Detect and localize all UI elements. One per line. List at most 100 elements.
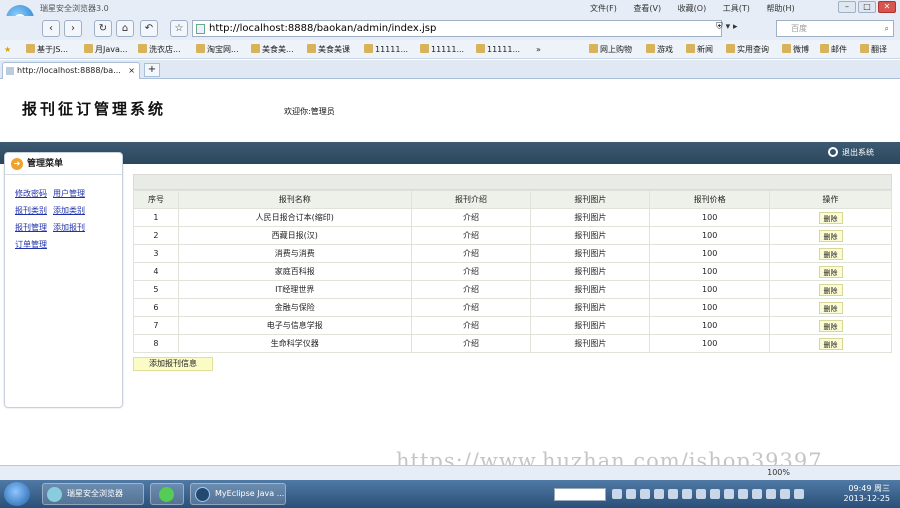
tray-icon[interactable]: [696, 489, 706, 499]
tray-icon[interactable]: [724, 489, 734, 499]
sidebar-item-periodical-management[interactable]: 报刊管理: [15, 223, 47, 232]
bookmark-item[interactable]: 微博: [782, 40, 809, 59]
menu-view[interactable]: 查看(V): [633, 4, 661, 13]
intro-link[interactable]: 介绍: [410, 316, 532, 335]
refresh-icon[interactable]: ↻: [94, 20, 112, 37]
tray-icon[interactable]: [682, 489, 692, 499]
taskbar-search-box[interactable]: [554, 488, 606, 501]
address-bar[interactable]: http://localhost:8888/baokan/admin/index…: [192, 20, 722, 37]
taskbar-item-app[interactable]: [150, 483, 184, 505]
start-button-icon[interactable]: [4, 482, 30, 506]
delete-button[interactable]: 删除: [818, 265, 843, 278]
image-link[interactable]: 报刊图片: [530, 244, 651, 263]
menu-file[interactable]: 文件(F): [590, 4, 617, 13]
menu-tools[interactable]: 工具(T): [723, 4, 750, 13]
back-icon[interactable]: ‹: [42, 20, 60, 37]
tray-icon[interactable]: [780, 489, 790, 499]
search-icon[interactable]: ⌕: [885, 21, 889, 36]
delete-button[interactable]: 删除: [818, 319, 843, 332]
tray-icon[interactable]: [612, 489, 622, 499]
home-icon[interactable]: ⌂: [116, 20, 134, 37]
delete-button[interactable]: 删除: [818, 247, 843, 260]
dropdown-icon[interactable]: ▾: [726, 22, 733, 32]
intro-link[interactable]: 介绍: [410, 208, 532, 227]
tray-icon[interactable]: [752, 489, 762, 499]
new-tab-icon[interactable]: +: [144, 63, 160, 77]
image-link[interactable]: 报刊图片: [530, 280, 651, 299]
bookmark-folder[interactable]: 11111...: [364, 40, 408, 59]
tray-icon[interactable]: [710, 489, 720, 499]
intro-link[interactable]: 介绍: [410, 280, 532, 299]
intro-link[interactable]: 介绍: [410, 226, 532, 245]
more-bookmarks-icon[interactable]: »: [536, 40, 541, 59]
tray-icon[interactable]: [626, 489, 636, 499]
image-link[interactable]: 报刊图片: [530, 334, 651, 353]
bookmark-item[interactable]: 翻译: [860, 40, 887, 59]
bookmark-item[interactable]: 淘宝网...: [196, 40, 239, 59]
table-row: 7 电子与信息学报 介绍 报刊图片 100 删除: [133, 316, 892, 335]
tray-icon[interactable]: [794, 489, 804, 499]
sidebar-item-orders[interactable]: 订单管理: [15, 240, 47, 249]
image-link[interactable]: 报刊图片: [530, 298, 651, 317]
zoom-level[interactable]: 100%: [767, 468, 790, 477]
tray-icon[interactable]: [738, 489, 748, 499]
sidebar-item-category[interactable]: 报刊类别: [15, 206, 47, 215]
tray-icon[interactable]: [766, 489, 776, 499]
forward-icon[interactable]: ›: [64, 20, 82, 37]
tray-icon[interactable]: [654, 489, 664, 499]
clock[interactable]: 09:49 周三 2013-12-25: [844, 484, 891, 504]
image-link[interactable]: 报刊图片: [530, 262, 651, 281]
star-icon[interactable]: ☆: [170, 20, 188, 37]
menu-favorites[interactable]: 收藏(O): [678, 4, 707, 13]
bookmark-item[interactable]: 邮件: [820, 40, 847, 59]
maximize-icon[interactable]: □: [858, 1, 876, 13]
taskbar-item-myeclipse[interactable]: MyEclipse Java ...: [190, 483, 286, 505]
add-periodical-button[interactable]: 添加报刊信息: [133, 357, 213, 371]
bookmark-item[interactable]: 网上购物: [589, 40, 632, 59]
bookmark-item[interactable]: 月Java...: [84, 40, 128, 59]
go-icon[interactable]: ▸: [733, 22, 738, 32]
action-cell: 删除: [769, 334, 892, 353]
tab-bar: http://localhost:8888/ba... × +: [0, 60, 900, 79]
close-icon[interactable]: ✕: [878, 1, 896, 13]
bookmark-item[interactable]: 美食美课: [307, 40, 350, 59]
close-tab-icon[interactable]: ×: [128, 63, 135, 78]
logout-button[interactable]: 退出系统: [828, 147, 874, 158]
intro-link[interactable]: 介绍: [410, 298, 532, 317]
bookmark-item[interactable]: 洗衣店...: [138, 40, 181, 59]
image-link[interactable]: 报刊图片: [530, 226, 651, 245]
image-link[interactable]: 报刊图片: [530, 208, 651, 227]
bookmark-item[interactable]: 基于JS...: [26, 40, 68, 59]
intro-link[interactable]: 介绍: [410, 334, 532, 353]
sidebar-item-user-management[interactable]: 用户管理: [53, 189, 85, 198]
tray-icon[interactable]: [640, 489, 650, 499]
column-header: 报刊价格: [649, 190, 771, 209]
tab-active[interactable]: http://localhost:8888/ba... ×: [2, 62, 140, 79]
intro-link[interactable]: 介绍: [410, 244, 532, 263]
bookmark-item[interactable]: 游戏: [646, 40, 673, 59]
intro-link[interactable]: 介绍: [410, 262, 532, 281]
menu-help[interactable]: 帮助(H): [766, 4, 794, 13]
minimize-icon[interactable]: –: [838, 1, 856, 13]
bookmark-item[interactable]: 新闻: [686, 40, 713, 59]
delete-button[interactable]: 删除: [818, 337, 843, 350]
delete-button[interactable]: 删除: [818, 301, 843, 314]
favorites-star-icon[interactable]: ★: [4, 40, 11, 59]
sidebar-item-change-password[interactable]: 修改密码: [15, 189, 47, 198]
bookmark-item[interactable]: 美食美...: [251, 40, 294, 59]
menu-bar: 文件(F) 查看(V) 收藏(O) 工具(T) 帮助(H): [590, 3, 809, 14]
taskbar-item-browser[interactable]: 瑞星安全浏览器: [42, 483, 144, 505]
tray-icon[interactable]: [668, 489, 678, 499]
sidebar-item-add-periodical[interactable]: 添加报刊: [53, 223, 85, 232]
image-link[interactable]: 报刊图片: [530, 316, 651, 335]
sidebar-item-add-category[interactable]: 添加类别: [53, 206, 85, 215]
bookmark-folder[interactable]: 11111...: [420, 40, 464, 59]
search-input[interactable]: 百度 ⌕: [776, 20, 894, 37]
bookmark-item[interactable]: 实用查询: [726, 40, 769, 59]
delete-button[interactable]: 删除: [818, 211, 843, 224]
undo-icon[interactable]: ↶: [140, 20, 158, 37]
shield-icon[interactable]: ⛨: [716, 22, 723, 32]
delete-button[interactable]: 删除: [818, 283, 843, 296]
delete-button[interactable]: 删除: [818, 229, 843, 242]
bookmark-folder[interactable]: 11111...: [476, 40, 520, 59]
